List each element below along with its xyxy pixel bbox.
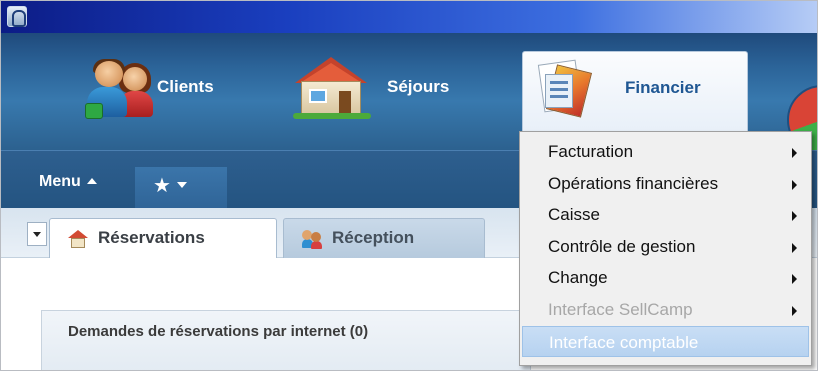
app-window: Clients Séjours Financier Menu ★ Réserva… bbox=[0, 0, 818, 371]
people-icon bbox=[302, 230, 322, 249]
menu-item-label: Caisse bbox=[548, 205, 600, 225]
tab-label: Réception bbox=[332, 228, 415, 247]
finance-icon bbox=[537, 56, 593, 118]
menu-item-label: Contrôle de gestion bbox=[548, 236, 696, 256]
panel-title: Demandes de réservations par internet (0… bbox=[68, 323, 369, 340]
menu-item-label: Interface comptable bbox=[549, 332, 699, 352]
menu-item-interface-comptable[interactable]: Interface comptable bbox=[522, 325, 809, 358]
tab-list-dropdown[interactable] bbox=[27, 222, 47, 246]
submenu-arrow-icon bbox=[792, 274, 797, 285]
module-sejours[interactable]: Séjours bbox=[261, 51, 511, 125]
menu-item-operations-financieres[interactable]: Opérations financières bbox=[520, 168, 811, 200]
menu-item-caisse[interactable]: Caisse bbox=[520, 199, 811, 231]
module-clients[interactable]: Clients bbox=[31, 51, 251, 125]
menu-item-interface-sellcamp: Interface SellCamp bbox=[520, 294, 811, 326]
menu-item-label: Interface SellCamp bbox=[548, 299, 693, 319]
submenu-arrow-icon bbox=[792, 305, 797, 316]
module-label-sejours: Séjours bbox=[387, 77, 450, 96]
tab-label: Réservations bbox=[98, 228, 205, 247]
submenu-arrow-icon bbox=[792, 148, 797, 158]
title-bar bbox=[1, 1, 817, 33]
star-icon: ★ bbox=[153, 173, 171, 197]
chevron-down-icon bbox=[176, 182, 187, 188]
submenu-arrow-icon bbox=[792, 242, 797, 253]
favorites-button[interactable]: ★ bbox=[135, 167, 227, 209]
menu-item-facturation[interactable]: Facturation bbox=[520, 136, 811, 168]
house-icon bbox=[293, 57, 371, 119]
submenu-arrow-icon bbox=[792, 179, 797, 190]
module-label-clients: Clients bbox=[157, 77, 214, 96]
submenu-arrow-icon bbox=[792, 211, 797, 222]
menu-button[interactable]: Menu bbox=[25, 167, 133, 209]
house-icon bbox=[68, 230, 88, 248]
financier-dropdown-menu: Facturation Opérations financières Caiss… bbox=[519, 131, 812, 366]
menu-item-label: Facturation bbox=[548, 142, 634, 161]
caret-up-icon bbox=[86, 178, 97, 184]
menu-item-label: Opérations financières bbox=[548, 173, 719, 193]
web-requests-panel[interactable]: Demandes de réservations par internet (0… bbox=[41, 310, 531, 370]
module-label-financier: Financier bbox=[625, 78, 701, 97]
tab-reservations[interactable]: Réservations bbox=[49, 218, 277, 260]
app-logo-icon[interactable] bbox=[7, 6, 27, 27]
menu-label: Menu bbox=[39, 173, 81, 190]
menu-item-change[interactable]: Change bbox=[520, 262, 811, 294]
tab-reception[interactable]: Réception bbox=[283, 218, 485, 258]
menu-item-label: Change bbox=[548, 268, 608, 288]
menu-item-controle-de-gestion[interactable]: Contrôle de gestion bbox=[520, 231, 811, 263]
clients-icon bbox=[85, 59, 155, 119]
